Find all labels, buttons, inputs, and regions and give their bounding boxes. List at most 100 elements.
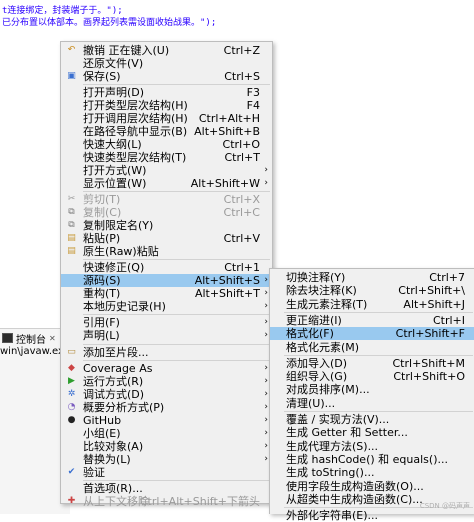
- context-menu-item-运行方式[interactable]: ▶ 运行方式(R) ›: [61, 375, 272, 388]
- context-menu-item-显示位置[interactable]: 显示位置(W) Alt+Shift+W ›: [61, 177, 272, 190]
- menu-separator: [83, 258, 270, 260]
- menu-item-label: 概要分析方式(P): [83, 401, 165, 414]
- menu-item-icon: ◔: [67, 402, 76, 412]
- context-menu-item-打开调用层次结构[interactable]: 打开调用层次结构(H) Ctrl+Alt+H: [61, 112, 272, 125]
- source-menu-item-覆盖-实现方法[interactable]: 覆盖 / 实现方法(V)...: [270, 413, 474, 426]
- context-menu-item-github[interactable]: ● GitHub ›: [61, 414, 272, 427]
- context-menu-item-打开声明[interactable]: 打开声明(D) F3: [61, 86, 272, 99]
- source-menu-item-外部化字符串[interactable]: 外部化字符串(E)...: [270, 509, 474, 522]
- context-menu-item-替换为[interactable]: 替换为(L) ›: [61, 453, 272, 466]
- menu-item-shortcut: Ctrl+Z: [223, 44, 260, 57]
- context-menu-item-复制限定名[interactable]: ⧉ 复制限定名(Y): [61, 219, 272, 232]
- menu-item-shortcut: Alt+Shift+T: [194, 287, 260, 300]
- source-menu-item-对成员排序[interactable]: 对成员排序(M)...: [270, 383, 474, 396]
- menu-item-shortcut: Ctrl+S: [224, 69, 260, 83]
- menu-item-icon: ↶: [67, 45, 76, 55]
- menu-item-icon: ▤: [67, 245, 76, 256]
- menu-item-label: 本地历史记录(H): [83, 299, 166, 313]
- context-menu-item-小组[interactable]: 小组(E) ›: [61, 427, 272, 440]
- menu-item-label: 生成元素注释(T): [286, 297, 368, 311]
- menu-separator: [284, 311, 473, 313]
- chevron-right-icon: ›: [264, 440, 268, 451]
- context-menu-item-原生粘贴[interactable]: ▤ 原生(Raw)粘贴: [61, 245, 272, 258]
- context-menu-item-coverage-as[interactable]: ◆ Coverage As ›: [61, 362, 272, 375]
- context-menu-item-粘贴[interactable]: ▤ 粘贴(P) Ctrl+V: [61, 232, 272, 245]
- context-menu-item-快速修正[interactable]: 快速修正(Q) Ctrl+1: [61, 261, 272, 274]
- context-menu-item-首选项[interactable]: 首选项(R)...: [61, 482, 272, 495]
- menu-item-shortcut: Alt+Shift+B: [194, 125, 260, 138]
- menu-item-shortcut: Ctrl+1: [224, 261, 260, 275]
- menu-item-label: 源码(S): [83, 274, 121, 288]
- watermark: CSDN @码声声: [419, 502, 470, 510]
- source-menu-item-生成-getter-和-setter[interactable]: 生成 Getter 和 Setter...: [270, 426, 474, 439]
- context-menu-item-声明[interactable]: 声明(L) ›: [61, 329, 272, 342]
- context-menu-item-添加至片段[interactable]: ▭ 添加至片段...: [61, 346, 272, 359]
- source-menu-item-生成-tostring[interactable]: 生成 toString()...: [270, 466, 474, 479]
- context-menu-item-重构[interactable]: 重构(T) Alt+Shift+T ›: [61, 287, 272, 300]
- source-menu-item-格式化[interactable]: 格式化(F) Ctrl+Shift+F: [270, 327, 474, 341]
- menu-item-label: 切换注释(Y): [286, 271, 346, 284]
- menu-item-label: 更正缩进(I): [286, 313, 342, 327]
- menu-item-label: 运行方式(R): [83, 375, 144, 389]
- menu-item-label: 快速修正(Q): [83, 261, 145, 275]
- close-icon[interactable]: ✕: [49, 334, 56, 343]
- menu-item-label: 添加导入(D): [286, 356, 348, 370]
- menu-item-label: 在路径导航中显示(B): [83, 125, 188, 138]
- console-tab[interactable]: 控制台 ✕: [0, 330, 56, 346]
- context-menu-item-复制[interactable]: ⧉ 复制(C) Ctrl+C: [61, 206, 272, 219]
- context-menu-item-本地历史记录[interactable]: 本地历史记录(H) ›: [61, 300, 272, 313]
- source-menu-item-组织导入[interactable]: 组织导入(G) Ctrl+Shift+O: [270, 370, 474, 383]
- context-menu-item-比较对象[interactable]: 比较对象(A) ›: [61, 440, 272, 453]
- context-menu-item-撤销-正在键入[interactable]: ↶ 撤销 正在键入(U) Ctrl+Z: [61, 44, 272, 57]
- menu-item-label: 格式化元素(M): [286, 340, 360, 354]
- context-menu-item-剪切[interactable]: ✂ 剪切(T) Ctrl+X: [61, 193, 272, 206]
- context-menu-item-概要分析方式[interactable]: ◔ 概要分析方式(P) ›: [61, 401, 272, 414]
- source-menu-item-生成-hashcode-和-equals[interactable]: 生成 hashCode() 和 equals()...: [270, 453, 474, 466]
- menu-item-label: 调试方式(D): [83, 388, 145, 402]
- menu-item-shortcut: Alt+Shift+W: [190, 176, 260, 190]
- menu-item-label: 打开声明(D): [83, 86, 145, 100]
- context-menu-item-保存[interactable]: ▣ 保存(S) Ctrl+S: [61, 70, 272, 83]
- context-menu-item-源码[interactable]: 源码(S) Alt+Shift+S ›: [61, 274, 272, 288]
- source-menu-item-切换注释[interactable]: 切换注释(Y) Ctrl+7: [270, 271, 474, 284]
- menu-item-icon: ✔: [67, 466, 76, 477]
- menu-item-label: 对成员排序(M)...: [286, 383, 370, 397]
- context-menu-item-从上下文移除[interactable]: ✚ 从上下文移除 Ctrl+Alt+Shift+下箭头: [61, 495, 272, 508]
- context-menu-item-打开方式[interactable]: 打开方式(W) ›: [61, 164, 272, 177]
- chevron-right-icon: ›: [264, 288, 268, 298]
- menu-item-shortcut: Ctrl+T: [224, 150, 260, 164]
- menu-item-label: 清理(U)...: [286, 396, 336, 410]
- source-menu-item-使用字段生成构造函数[interactable]: 使用字段生成构造函数(O)...: [270, 480, 474, 493]
- chevron-right-icon: ›: [264, 402, 268, 412]
- console-icon: [2, 333, 13, 343]
- context-menu-item-还原文件[interactable]: 还原文件(V): [61, 57, 272, 70]
- context-menu-item-打开类型层次结构[interactable]: 打开类型层次结构(H) F4: [61, 99, 272, 112]
- menu-item-label: 生成 hashCode() 和 equals()...: [286, 452, 448, 466]
- menu-item-label: 保存(S): [83, 69, 121, 83]
- menu-item-label: 剪切(T): [83, 193, 121, 207]
- context-menu-item-快速大纲[interactable]: 快速大纲(L) Ctrl+O: [61, 138, 272, 151]
- context-menu-item-在路径导航中显示[interactable]: 在路径导航中显示(B) Alt+Shift+B: [61, 125, 272, 138]
- chevron-right-icon: ›: [264, 363, 268, 374]
- menu-item-shortcut: Ctrl+7: [429, 271, 465, 284]
- menu-item-shortcut: Ctrl+Shift+F: [395, 327, 465, 341]
- context-menu-item-验证[interactable]: ✔ 验证: [61, 466, 272, 479]
- menu-item-icon: ▶: [68, 376, 75, 387]
- menu-item-shortcut: Alt+Shift+S: [194, 274, 260, 288]
- source-menu-item-生成元素注释[interactable]: 生成元素注释(T) Alt+Shift+J: [270, 298, 474, 311]
- menu-item-label: 覆盖 / 实现方法(V)...: [286, 413, 390, 426]
- context-menu-item-快速类型层次结构[interactable]: 快速类型层次结构(T) Ctrl+T: [61, 151, 272, 164]
- source-menu-item-格式化元素[interactable]: 格式化元素(M): [270, 341, 474, 354]
- source-menu-item-添加导入[interactable]: 添加导入(D) Ctrl+Shift+M: [270, 357, 474, 370]
- source-menu-item-除去块注释[interactable]: 除去块注释(K) Ctrl+Shift+\: [270, 284, 474, 297]
- menu-item-icon: ⧉: [68, 207, 75, 217]
- chevron-right-icon: ›: [264, 330, 268, 341]
- menu-item-icon: ●: [67, 414, 76, 425]
- context-menu-item-引用[interactable]: 引用(F) ›: [61, 316, 272, 329]
- menu-item-label: 打开调用层次结构(H): [83, 112, 188, 126]
- source-menu-item-生成代理方法[interactable]: 生成代理方法(S)...: [270, 440, 474, 453]
- context-menu-item-调试方式[interactable]: ✲ 调试方式(D) ›: [61, 388, 272, 401]
- source-menu-item-更正缩进[interactable]: 更正缩进(I) Ctrl+I: [270, 314, 474, 327]
- menu-separator: [83, 190, 270, 192]
- source-menu-item-清理[interactable]: 清理(U)...: [270, 397, 474, 410]
